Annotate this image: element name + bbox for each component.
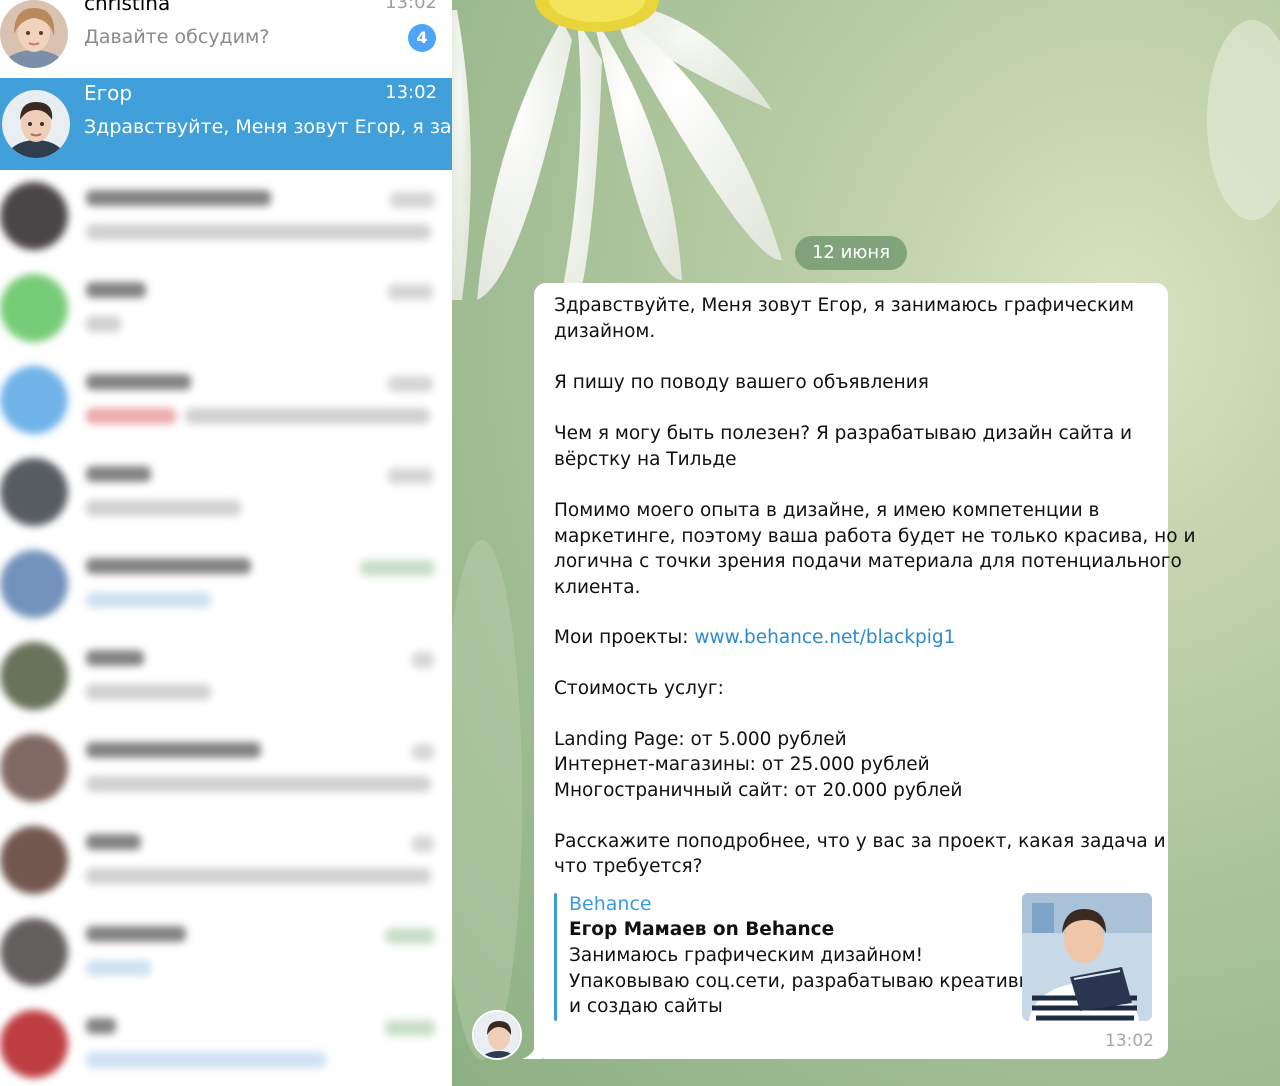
link-preview-site: Behance (569, 893, 652, 915)
chat-item-egor[interactable]: Егор 13:02 Здравствуйте, Меня зовут Егор… (0, 78, 452, 170)
message-text: вёрстку на Тильде (554, 449, 737, 470)
chat-item-obscured[interactable] (0, 906, 452, 998)
message-text: Помимо моего опыта в дизайне, я имею ком… (554, 500, 1100, 521)
message-text: Стоимость услуг: (554, 678, 724, 699)
chat-item-obscured[interactable] (0, 814, 452, 906)
message-text: Многостраничный сайт: от 20.000 рублей (554, 780, 963, 801)
chat-preview: Здравствуйте, Меня зовут Егор, я за... (84, 116, 452, 138)
message-text-projects: Мои проекты: www.behance.net/blackpig1 (554, 627, 955, 648)
chat-item-obscured[interactable] (0, 722, 452, 814)
link-preview-title: Егор Мамаев on Behance (569, 919, 835, 940)
message-text: дизайном. (554, 321, 656, 342)
avatar (0, 918, 68, 986)
message-text: Чем я могу быть полезен? Я разрабатываю … (554, 423, 1133, 444)
chat-name: christina (84, 0, 171, 15)
chat-item-obscured[interactable] (0, 354, 452, 446)
chat-item-obscured[interactable] (0, 262, 452, 354)
chat-item-obscured[interactable] (0, 170, 452, 262)
avatar (0, 366, 68, 434)
message-text: клиента. (554, 577, 641, 598)
unread-badge: 4 (408, 24, 436, 52)
chat-item-obscured[interactable] (0, 998, 452, 1086)
projects-label: Мои проекты: (554, 627, 695, 648)
avatar (0, 182, 68, 250)
message-text: что требуется? (554, 856, 703, 877)
link-preview[interactable]: Behance Егор Мамаев on Behance Занимаюсь… (554, 893, 1154, 1025)
message-text: Здравствуйте, Меня зовут Егор, я занимаю… (554, 295, 1135, 316)
avatar (0, 1010, 68, 1078)
avatar (0, 734, 68, 802)
chat-item-obscured[interactable] (0, 630, 452, 722)
message-text: Я пишу по поводу вашего объявления (554, 372, 929, 393)
sender-avatar[interactable] (472, 1010, 522, 1060)
avatar (0, 642, 68, 710)
avatar (0, 826, 68, 894)
avatar (2, 90, 70, 158)
chat-time: 13:02 (385, 0, 437, 13)
message-text: маркетинге, поэтому ваша работа будет не… (554, 526, 1196, 547)
chat-list-sidebar: christina 13:02 Давайте обсудим? 4 Егор … (0, 0, 452, 1086)
link-preview-description: Упаковываю соц.сети, разрабатываю креати… (569, 971, 1034, 992)
avatar (0, 550, 68, 618)
chat-item-christina[interactable]: christina 13:02 Давайте обсудим? 4 (0, 0, 452, 80)
chat-item-obscured[interactable] (0, 446, 452, 538)
chat-item-obscured[interactable] (0, 538, 452, 630)
date-divider: 12 июня (795, 236, 907, 270)
link-preview-accent-bar (554, 893, 557, 1021)
message-text: Landing Page: от 5.000 рублей (554, 729, 847, 750)
link-preview-thumbnail[interactable] (1022, 893, 1152, 1021)
conversation-panel: 12 июня Здравствуйте, Меня зовут Егор, я… (452, 0, 1280, 1086)
message-text: Интернет-магазины: от 25.000 рублей (554, 754, 930, 775)
avatar (0, 0, 68, 68)
chat-preview: Давайте обсудим? (84, 26, 270, 48)
message-text: Расскажите поподробнее, что у вас за про… (554, 831, 1166, 852)
message-text: логична с точки зрения подачи материала … (554, 551, 1182, 572)
behance-link[interactable]: www.behance.net/blackpig1 (694, 627, 955, 648)
link-preview-description: Занимаюсь графическим дизайном! (569, 945, 924, 966)
chat-name: Егор (84, 81, 133, 105)
message-time: 13:02 (1105, 1031, 1154, 1051)
chat-time: 13:02 (385, 82, 437, 103)
avatar (0, 274, 68, 342)
link-preview-description: и создаю сайты (569, 996, 723, 1017)
avatar (0, 458, 68, 526)
message-bubble[interactable]: Здравствуйте, Меня зовут Егор, я занимаю… (534, 283, 1196, 1059)
